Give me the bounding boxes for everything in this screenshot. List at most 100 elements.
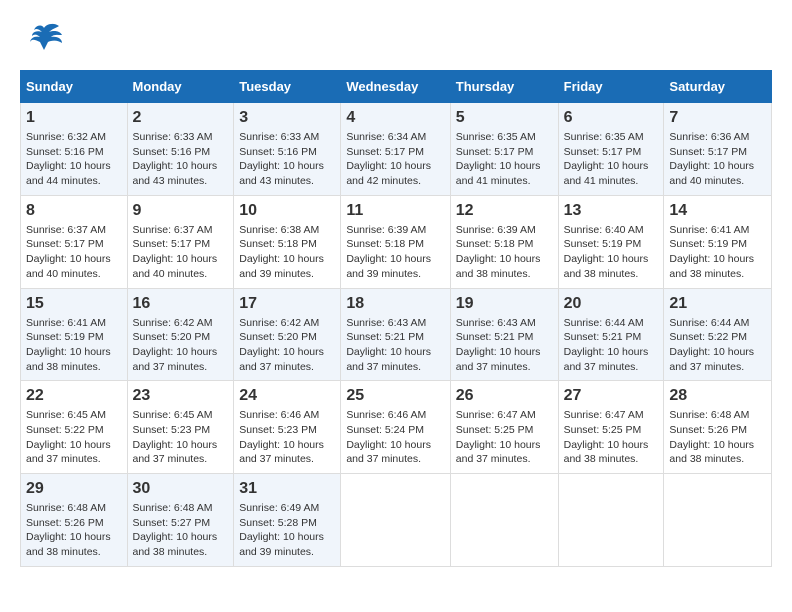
day-info: Sunrise: 6:42 AM Sunset: 5:20 PM Dayligh…: [239, 316, 335, 375]
day-number: 16: [133, 295, 229, 313]
day-cell: 4 Sunrise: 6:34 AM Sunset: 5:17 PM Dayli…: [341, 103, 450, 196]
day-info: Sunrise: 6:42 AM Sunset: 5:20 PM Dayligh…: [133, 316, 229, 375]
day-cell: 14 Sunrise: 6:41 AM Sunset: 5:19 PM Dayl…: [664, 195, 772, 288]
day-info: Sunrise: 6:38 AM Sunset: 5:18 PM Dayligh…: [239, 223, 335, 282]
day-info: Sunrise: 6:41 AM Sunset: 5:19 PM Dayligh…: [26, 316, 122, 375]
day-cell: [450, 474, 558, 567]
day-cell: 29 Sunrise: 6:48 AM Sunset: 5:26 PM Dayl…: [21, 474, 128, 567]
day-info: Sunrise: 6:45 AM Sunset: 5:22 PM Dayligh…: [26, 408, 122, 467]
day-info: Sunrise: 6:45 AM Sunset: 5:23 PM Dayligh…: [133, 408, 229, 467]
day-info: Sunrise: 6:32 AM Sunset: 5:16 PM Dayligh…: [26, 130, 122, 189]
day-number: 25: [346, 387, 444, 405]
week-row-4: 22 Sunrise: 6:45 AM Sunset: 5:22 PM Dayl…: [21, 381, 772, 474]
day-cell: [664, 474, 772, 567]
day-cell: 16 Sunrise: 6:42 AM Sunset: 5:20 PM Dayl…: [127, 288, 234, 381]
day-cell: 26 Sunrise: 6:47 AM Sunset: 5:25 PM Dayl…: [450, 381, 558, 474]
day-info: Sunrise: 6:43 AM Sunset: 5:21 PM Dayligh…: [456, 316, 553, 375]
logo: [20, 20, 64, 60]
day-number: 7: [669, 109, 766, 127]
day-info: Sunrise: 6:39 AM Sunset: 5:18 PM Dayligh…: [456, 223, 553, 282]
day-cell: 7 Sunrise: 6:36 AM Sunset: 5:17 PM Dayli…: [664, 103, 772, 196]
day-number: 9: [133, 202, 229, 220]
day-number: 26: [456, 387, 553, 405]
day-number: 5: [456, 109, 553, 127]
day-cell: 30 Sunrise: 6:48 AM Sunset: 5:27 PM Dayl…: [127, 474, 234, 567]
day-number: 13: [564, 202, 659, 220]
day-cell: 11 Sunrise: 6:39 AM Sunset: 5:18 PM Dayl…: [341, 195, 450, 288]
week-row-5: 29 Sunrise: 6:48 AM Sunset: 5:26 PM Dayl…: [21, 474, 772, 567]
day-cell: 21 Sunrise: 6:44 AM Sunset: 5:22 PM Dayl…: [664, 288, 772, 381]
day-cell: 31 Sunrise: 6:49 AM Sunset: 5:28 PM Dayl…: [234, 474, 341, 567]
day-cell: 17 Sunrise: 6:42 AM Sunset: 5:20 PM Dayl…: [234, 288, 341, 381]
day-number: 20: [564, 295, 659, 313]
day-cell: 6 Sunrise: 6:35 AM Sunset: 5:17 PM Dayli…: [558, 103, 664, 196]
day-number: 11: [346, 202, 444, 220]
day-info: Sunrise: 6:37 AM Sunset: 5:17 PM Dayligh…: [26, 223, 122, 282]
day-cell: 25 Sunrise: 6:46 AM Sunset: 5:24 PM Dayl…: [341, 381, 450, 474]
week-row-2: 8 Sunrise: 6:37 AM Sunset: 5:17 PM Dayli…: [21, 195, 772, 288]
day-cell: 20 Sunrise: 6:44 AM Sunset: 5:21 PM Dayl…: [558, 288, 664, 381]
day-info: Sunrise: 6:47 AM Sunset: 5:25 PM Dayligh…: [564, 408, 659, 467]
page-container: SundayMondayTuesdayWednesdayThursdayFrid…: [20, 20, 772, 567]
day-cell: 24 Sunrise: 6:46 AM Sunset: 5:23 PM Dayl…: [234, 381, 341, 474]
day-number: 4: [346, 109, 444, 127]
calendar-header: SundayMondayTuesdayWednesdayThursdayFrid…: [21, 71, 772, 103]
day-cell: 13 Sunrise: 6:40 AM Sunset: 5:19 PM Dayl…: [558, 195, 664, 288]
day-cell: 19 Sunrise: 6:43 AM Sunset: 5:21 PM Dayl…: [450, 288, 558, 381]
day-info: Sunrise: 6:40 AM Sunset: 5:19 PM Dayligh…: [564, 223, 659, 282]
day-cell: 3 Sunrise: 6:33 AM Sunset: 5:16 PM Dayli…: [234, 103, 341, 196]
header-cell-monday: Monday: [127, 71, 234, 103]
day-info: Sunrise: 6:35 AM Sunset: 5:17 PM Dayligh…: [456, 130, 553, 189]
header: [20, 20, 772, 60]
day-cell: 28 Sunrise: 6:48 AM Sunset: 5:26 PM Dayl…: [664, 381, 772, 474]
day-info: Sunrise: 6:37 AM Sunset: 5:17 PM Dayligh…: [133, 223, 229, 282]
day-number: 3: [239, 109, 335, 127]
day-info: Sunrise: 6:48 AM Sunset: 5:26 PM Dayligh…: [26, 501, 122, 560]
calendar-table: SundayMondayTuesdayWednesdayThursdayFrid…: [20, 70, 772, 567]
header-cell-tuesday: Tuesday: [234, 71, 341, 103]
week-row-3: 15 Sunrise: 6:41 AM Sunset: 5:19 PM Dayl…: [21, 288, 772, 381]
logo-bird-icon: [24, 20, 64, 60]
day-cell: 15 Sunrise: 6:41 AM Sunset: 5:19 PM Dayl…: [21, 288, 128, 381]
day-number: 14: [669, 202, 766, 220]
calendar-body: 1 Sunrise: 6:32 AM Sunset: 5:16 PM Dayli…: [21, 103, 772, 567]
day-number: 1: [26, 109, 122, 127]
header-cell-sunday: Sunday: [21, 71, 128, 103]
day-number: 12: [456, 202, 553, 220]
day-cell: 5 Sunrise: 6:35 AM Sunset: 5:17 PM Dayli…: [450, 103, 558, 196]
header-cell-wednesday: Wednesday: [341, 71, 450, 103]
week-row-1: 1 Sunrise: 6:32 AM Sunset: 5:16 PM Dayli…: [21, 103, 772, 196]
day-info: Sunrise: 6:47 AM Sunset: 5:25 PM Dayligh…: [456, 408, 553, 467]
day-cell: 27 Sunrise: 6:47 AM Sunset: 5:25 PM Dayl…: [558, 381, 664, 474]
day-info: Sunrise: 6:33 AM Sunset: 5:16 PM Dayligh…: [239, 130, 335, 189]
day-number: 28: [669, 387, 766, 405]
day-info: Sunrise: 6:48 AM Sunset: 5:27 PM Dayligh…: [133, 501, 229, 560]
day-cell: 12 Sunrise: 6:39 AM Sunset: 5:18 PM Dayl…: [450, 195, 558, 288]
day-number: 27: [564, 387, 659, 405]
day-number: 29: [26, 480, 122, 498]
day-cell: [341, 474, 450, 567]
day-cell: 18 Sunrise: 6:43 AM Sunset: 5:21 PM Dayl…: [341, 288, 450, 381]
day-info: Sunrise: 6:46 AM Sunset: 5:23 PM Dayligh…: [239, 408, 335, 467]
day-number: 23: [133, 387, 229, 405]
day-number: 18: [346, 295, 444, 313]
day-info: Sunrise: 6:35 AM Sunset: 5:17 PM Dayligh…: [564, 130, 659, 189]
day-info: Sunrise: 6:44 AM Sunset: 5:22 PM Dayligh…: [669, 316, 766, 375]
day-info: Sunrise: 6:49 AM Sunset: 5:28 PM Dayligh…: [239, 501, 335, 560]
day-cell: 8 Sunrise: 6:37 AM Sunset: 5:17 PM Dayli…: [21, 195, 128, 288]
day-cell: 22 Sunrise: 6:45 AM Sunset: 5:22 PM Dayl…: [21, 381, 128, 474]
day-cell: 2 Sunrise: 6:33 AM Sunset: 5:16 PM Dayli…: [127, 103, 234, 196]
day-number: 8: [26, 202, 122, 220]
day-cell: 10 Sunrise: 6:38 AM Sunset: 5:18 PM Dayl…: [234, 195, 341, 288]
day-cell: [558, 474, 664, 567]
day-info: Sunrise: 6:44 AM Sunset: 5:21 PM Dayligh…: [564, 316, 659, 375]
day-cell: 9 Sunrise: 6:37 AM Sunset: 5:17 PM Dayli…: [127, 195, 234, 288]
day-number: 2: [133, 109, 229, 127]
day-info: Sunrise: 6:39 AM Sunset: 5:18 PM Dayligh…: [346, 223, 444, 282]
day-number: 21: [669, 295, 766, 313]
day-info: Sunrise: 6:33 AM Sunset: 5:16 PM Dayligh…: [133, 130, 229, 189]
day-number: 6: [564, 109, 659, 127]
header-cell-friday: Friday: [558, 71, 664, 103]
day-number: 15: [26, 295, 122, 313]
day-info: Sunrise: 6:36 AM Sunset: 5:17 PM Dayligh…: [669, 130, 766, 189]
